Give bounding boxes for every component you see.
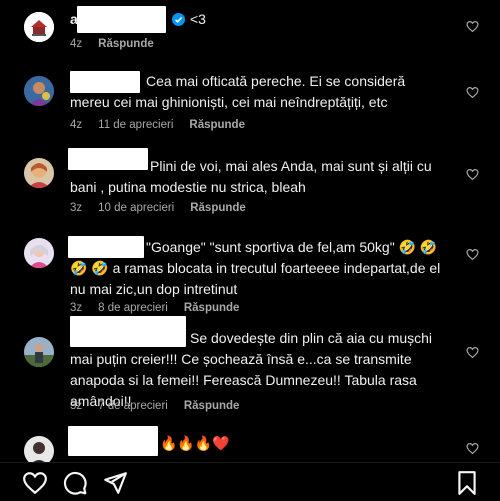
bookmark-icon[interactable] bbox=[454, 470, 480, 496]
avatar-image bbox=[24, 158, 54, 188]
likes-count[interactable]: 8 de aprecieri bbox=[98, 302, 168, 314]
comment-meta: 3z 10 de aprecieri Răspunde bbox=[70, 202, 262, 214]
comment-item: a <3 4z Răspunde bbox=[0, 0, 500, 60]
reply-button[interactable]: Răspunde bbox=[98, 38, 154, 50]
reply-button[interactable]: Răspunde bbox=[184, 302, 240, 314]
post-action-bar bbox=[0, 462, 500, 501]
heart-icon[interactable] bbox=[22, 470, 48, 496]
comment-text: Cea mai ofticată pereche. Ei se consider… bbox=[70, 73, 406, 110]
heart-outline-icon[interactable] bbox=[466, 20, 479, 33]
comment-time: 4z bbox=[70, 119, 83, 131]
avatar-image bbox=[24, 76, 54, 106]
avatar-image bbox=[24, 238, 54, 268]
avatar[interactable] bbox=[24, 76, 54, 106]
redacted-username bbox=[77, 6, 166, 33]
reply-button[interactable]: Răspunde bbox=[184, 400, 240, 412]
comment-time: 4z bbox=[70, 38, 83, 50]
house-logo-icon bbox=[24, 12, 54, 42]
likes-count[interactable]: 11 de aprecieri bbox=[98, 119, 173, 131]
comment-text: Plini de voi, mai ales Anda, mai sunt și… bbox=[70, 158, 432, 195]
comment-time: 3z bbox=[70, 400, 83, 412]
comment-time: 3z bbox=[70, 202, 83, 214]
comment-text: <3 bbox=[190, 11, 206, 27]
comment-item: Plini de voi, mai ales Anda, mai sunt și… bbox=[0, 144, 500, 226]
comment-text: 🔥🔥🔥❤️ bbox=[160, 436, 230, 452]
comment-item: 🔥🔥🔥❤️ bbox=[0, 426, 500, 466]
heart-outline-icon[interactable] bbox=[466, 442, 479, 455]
comment-item: Se dovedește din plin că aia cu mușchi m… bbox=[0, 316, 500, 426]
avatar[interactable] bbox=[24, 337, 54, 367]
comment-item: "Goange" "sunt sportiva de fel,am 50kg" … bbox=[0, 228, 500, 316]
avatar[interactable] bbox=[24, 238, 54, 268]
heart-outline-icon[interactable] bbox=[466, 346, 479, 359]
redacted-username bbox=[68, 426, 158, 456]
heart-outline-icon[interactable] bbox=[466, 248, 479, 261]
heart-outline-icon[interactable] bbox=[466, 86, 479, 99]
reply-button[interactable]: Răspunde bbox=[190, 202, 246, 214]
likes-count[interactable]: 7 de aprecieri bbox=[98, 400, 168, 412]
avatar[interactable] bbox=[24, 158, 54, 188]
comment-meta: 4z Răspunde bbox=[70, 38, 170, 50]
heart-outline-icon[interactable] bbox=[466, 168, 479, 181]
comment-text: "Goange" "sunt sportiva de fel,am 50kg" … bbox=[70, 239, 441, 297]
avatar-image bbox=[24, 337, 54, 367]
likes-count[interactable]: 10 de aprecieri bbox=[98, 202, 174, 214]
send-icon[interactable] bbox=[102, 470, 128, 496]
comment-time: 3z bbox=[70, 302, 83, 314]
comment-item: Cea mai ofticată pereche. Ei se consider… bbox=[0, 62, 500, 142]
comment-meta: 3z 7 de aprecieri Răspunde bbox=[70, 400, 255, 412]
comment-meta: 4z 11 de aprecieri Răspunde bbox=[70, 119, 261, 131]
avatar[interactable] bbox=[24, 12, 54, 42]
reply-button[interactable]: Răspunde bbox=[189, 119, 245, 131]
comment-meta: 3z 8 de aprecieri Răspunde bbox=[70, 302, 255, 314]
verified-badge-icon bbox=[172, 13, 185, 26]
comment-icon[interactable] bbox=[62, 470, 88, 496]
